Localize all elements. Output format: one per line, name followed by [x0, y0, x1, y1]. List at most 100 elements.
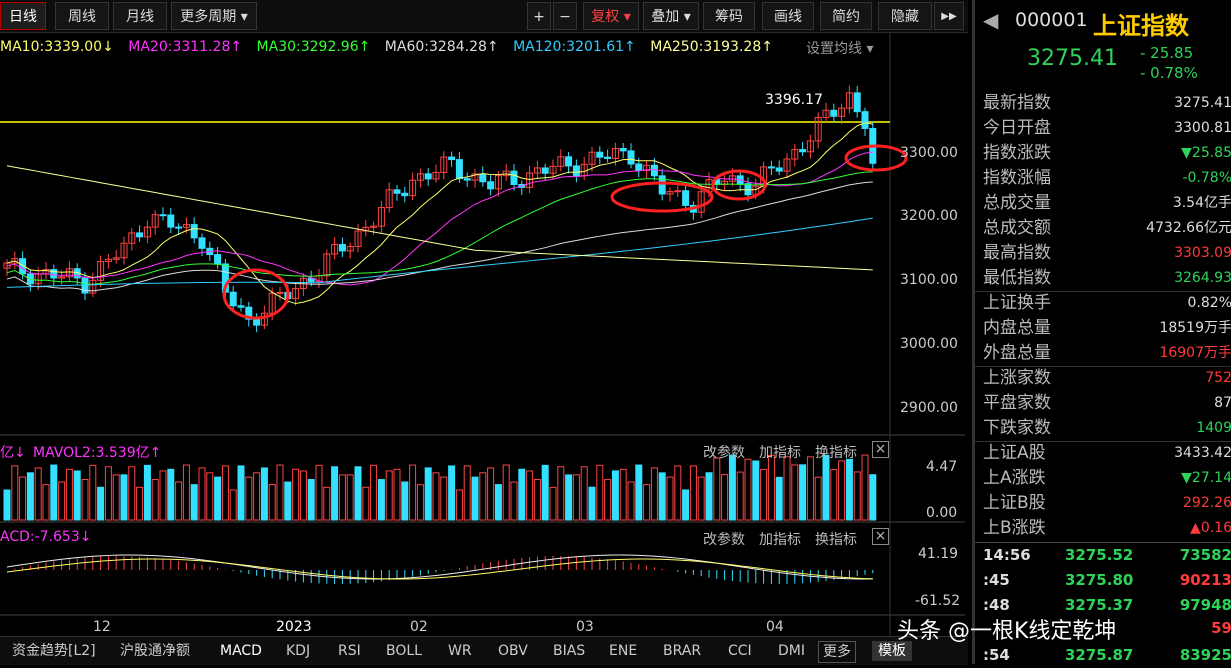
candle-body: [393, 189, 401, 194]
prev-icon[interactable]: ◀: [983, 8, 998, 32]
volume-bar: [73, 470, 81, 521]
volume-bar: [494, 484, 502, 521]
candle-body: [455, 159, 463, 180]
tab-macd[interactable]: MACD: [220, 641, 262, 661]
tab-obv[interactable]: OBV: [498, 641, 528, 661]
tab-dmi[interactable]: DMI: [778, 641, 805, 661]
volume-bar: [721, 474, 729, 521]
ma120-line: [6, 217, 873, 288]
volume-bar: [666, 476, 674, 521]
tab-daily[interactable]: 日线: [0, 2, 46, 30]
vol-params-button[interactable]: 改参数: [703, 442, 745, 462]
volume-bar: [385, 470, 393, 521]
stat-label: 总成交额: [983, 218, 1051, 238]
tick-time: 14:56: [983, 546, 1031, 564]
candle-body: [338, 244, 346, 252]
stat-value: 3433.42: [1174, 445, 1231, 461]
macd-switch-indicator-button[interactable]: 换指标: [815, 529, 857, 549]
chips-button[interactable]: 筹码: [703, 2, 755, 30]
overlay-label: 叠加: [651, 9, 680, 25]
fuquan-button[interactable]: 复权 ▾: [583, 2, 639, 30]
macd-add-indicator-button[interactable]: 加指标: [759, 529, 801, 549]
hide-button[interactable]: 隐藏: [878, 2, 932, 30]
vol-switch-indicator-button[interactable]: 换指标: [815, 442, 857, 462]
tab-ene[interactable]: ENE: [609, 641, 637, 661]
tab-kdj[interactable]: KDJ: [286, 641, 310, 661]
candle-body: [276, 291, 284, 294]
stat-label: 上证换手: [983, 293, 1051, 313]
tab-rsi[interactable]: RSI: [338, 641, 361, 661]
candle-body: [198, 237, 206, 249]
stat-row: 总成交额 4732.66亿元: [975, 216, 1231, 241]
volume-bar: [159, 470, 167, 521]
tab-more[interactable]: 更多: [818, 641, 856, 663]
stat-label: 总成交量: [983, 193, 1051, 213]
tick-row: :45 3275.80 90213: [975, 568, 1231, 593]
zoom-out-button[interactable]: −: [553, 2, 577, 30]
stat-row: 上证换手 0.82%: [975, 291, 1231, 316]
candle-body: [214, 254, 222, 265]
volume-bar: [292, 468, 300, 521]
candle-body: [167, 214, 175, 228]
expand-icon[interactable]: ▶▶: [934, 2, 964, 30]
x-tick: 2023: [276, 619, 312, 635]
volume-bar: [58, 481, 66, 521]
chevron-down-icon: ▾: [236, 9, 248, 25]
tab-boll[interactable]: BOLL: [386, 641, 422, 661]
tab-monthly[interactable]: 月线: [113, 2, 167, 30]
stat-value: ▲0.16: [1190, 520, 1231, 536]
volume-bar: [440, 476, 448, 521]
stat-row: 最低指数 3264.93: [975, 266, 1231, 291]
tab-weekly[interactable]: 周线: [55, 2, 109, 30]
volume-bar: [276, 464, 284, 521]
stat-value: 3275.41: [1174, 95, 1231, 111]
candle-body: [565, 156, 573, 167]
zoom-in-button[interactable]: +: [527, 2, 551, 30]
volume-bar: [479, 472, 487, 521]
volume-bar: [370, 464, 378, 521]
macd-tick: 41.19: [918, 546, 959, 562]
volume-bar: [814, 476, 822, 521]
stat-row: 内盘总量 18519万手: [975, 316, 1231, 341]
candle-body: [190, 224, 198, 239]
stat-value: -0.78%: [1182, 170, 1231, 186]
mavol2-label: MAVOL2:3.539亿↑: [33, 445, 162, 461]
draw-line-button[interactable]: 画线: [762, 2, 814, 30]
volume-bar: [331, 466, 339, 521]
candle-body: [572, 165, 580, 177]
tab-bias[interactable]: BIAS: [553, 641, 585, 661]
chevron-down-icon: ▾: [679, 9, 691, 25]
candle-body: [604, 156, 612, 159]
volume-bar: [604, 479, 612, 521]
stat-label: 外盘总量: [983, 343, 1051, 363]
vol-add-indicator-button[interactable]: 加指标: [759, 442, 801, 462]
close-icon[interactable]: ×: [872, 441, 889, 458]
tab-hsgt-net[interactable]: 沪股通净额: [120, 641, 190, 661]
chevron-down-icon: ▾: [619, 9, 631, 25]
tab-brar[interactable]: BRAR: [663, 641, 701, 661]
candle-body: [627, 150, 635, 165]
volume-bar: [869, 474, 877, 521]
tab-wr[interactable]: WR: [448, 641, 472, 661]
volume-bar: [50, 464, 58, 521]
candle-body: [658, 175, 666, 195]
volume-bar: [650, 467, 658, 521]
tab-fund-trend[interactable]: 资金趋势[L2]: [12, 641, 96, 661]
volume-bar: [806, 456, 814, 521]
volume-bar: [627, 481, 635, 521]
overlay-button[interactable]: 叠加 ▾: [643, 2, 699, 30]
volume-bar: [822, 454, 830, 521]
x-tick: 04: [766, 619, 784, 635]
stat-label: 下跌家数: [983, 418, 1051, 438]
volume-bar: [767, 454, 775, 521]
volume-bar: [198, 467, 206, 521]
stat-label: 指数涨幅: [983, 168, 1051, 188]
close-icon[interactable]: ×: [872, 528, 889, 545]
stat-value: 4732.66亿元: [1146, 220, 1231, 236]
candle-body: [674, 190, 682, 193]
simple-mode-button[interactable]: 简约: [820, 2, 872, 30]
volume-bar: [393, 468, 401, 521]
tab-cci[interactable]: CCI: [728, 641, 752, 661]
tab-more-periods[interactable]: 更多周期 ▾: [171, 2, 257, 30]
macd-params-button[interactable]: 改参数: [703, 529, 745, 549]
